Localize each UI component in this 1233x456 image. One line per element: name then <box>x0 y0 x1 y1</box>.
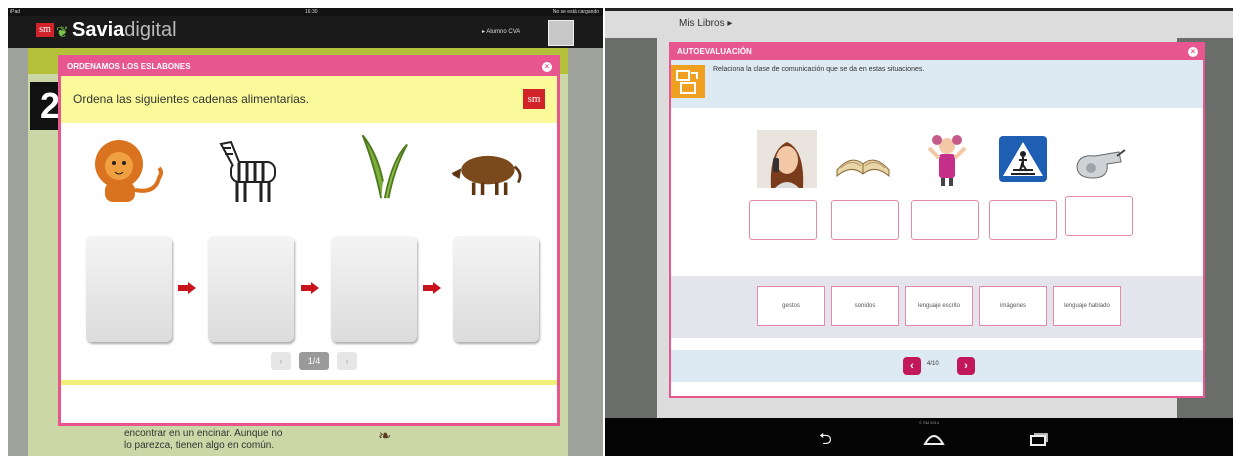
drop-slot[interactable] <box>86 236 172 342</box>
close-icon[interactable]: × <box>542 62 552 72</box>
drop-slot[interactable] <box>331 236 417 342</box>
leaf-icon: ❦ <box>56 24 69 41</box>
brand-light: digital <box>124 19 177 41</box>
recent-apps-icon[interactable] <box>1029 432 1049 446</box>
modal-title: AUTOEVALUACIÓN <box>677 47 752 56</box>
drop-slot[interactable] <box>453 236 539 342</box>
zebra-icon[interactable] <box>211 134 291 208</box>
copyright: © SM 2014 <box>919 420 940 425</box>
next-page-button[interactable]: › <box>957 357 975 375</box>
book-text-line: lo parezca, tienen algo en común. <box>124 440 275 451</box>
top-bar: Mis Libros ▸ <box>605 8 1233 38</box>
options-bank: gestos sonidos lenguaje escrito imágenes… <box>671 276 1203 338</box>
modal-title: ORDENAMOS LOS ESLABONES <box>67 62 191 71</box>
sm-badge: sm <box>523 89 545 109</box>
close-icon[interactable]: × <box>1188 47 1198 57</box>
lion-icon[interactable] <box>89 134 169 208</box>
answer-box[interactable] <box>831 200 899 240</box>
self-assessment-modal: AUTOEVALUACIÓN × Relaciona la clase de c… <box>669 42 1205 398</box>
modal-footer: ‹ 4/10 › <box>671 350 1203 382</box>
android-nav-bar: © SM 2014 ⮌ <box>605 418 1233 456</box>
acorn-icon: ❧ <box>378 428 392 445</box>
instruction-bar: Ordena las siguientes cadenas alimentari… <box>61 76 557 123</box>
breadcrumb[interactable]: Mis Libros ▸ <box>679 18 732 29</box>
app-header: sm ❦ Saviadigital ▸ Alumno CVA <box>8 16 603 48</box>
crosswalk-sign-icon <box>999 136 1047 182</box>
prev-page-button[interactable]: ‹ <box>903 357 921 375</box>
arrow-right-icon <box>301 282 319 294</box>
avatar[interactable] <box>548 20 574 46</box>
status-bar: iPad 16:30 No se está cargando <box>8 8 603 16</box>
battery-status: No se está cargando <box>552 9 599 15</box>
option-imagenes[interactable]: imágenes <box>979 286 1047 326</box>
whistle-icon <box>1076 149 1126 179</box>
open-book-icon <box>836 159 890 178</box>
option-gestos[interactable]: gestos <box>757 286 825 326</box>
book-text-line: encontrar en un encinar. Aunque no <box>124 428 283 439</box>
home-icon[interactable] <box>923 432 945 446</box>
option-lenguaje-escrito[interactable]: lenguaje escrito <box>905 286 973 326</box>
user-menu[interactable]: ▸ Alumno CVA <box>482 28 520 35</box>
right-screen: Mis Libros ▸ AUTOEVALUACIÓN × Relaciona … <box>605 8 1233 456</box>
arrow-right-icon <box>178 282 196 294</box>
ordering-modal: ORDENAMOS LOS ESLABONES × Ordena las sig… <box>58 55 560 426</box>
status-strip <box>605 8 1233 11</box>
brand-bold: Savia <box>72 19 125 41</box>
sm-logo: sm <box>36 23 54 37</box>
instruction-text: Relaciona la clase de comunicación que s… <box>713 66 925 73</box>
answer-box[interactable] <box>749 200 817 240</box>
page-indicator: 1/4 <box>299 352 329 370</box>
back-icon[interactable]: ⮌ <box>819 432 832 448</box>
clock: 16:30 <box>305 9 318 15</box>
device-label: iPad <box>10 9 21 15</box>
drop-slot[interactable] <box>208 236 294 342</box>
next-page-button[interactable]: › <box>337 352 357 370</box>
instruction-bar: Relaciona la clase de comunicación que s… <box>671 60 1203 108</box>
instruction-text: Ordena las siguientes cadenas alimentari… <box>73 92 310 106</box>
answer-box[interactable] <box>911 200 979 240</box>
book-text: encontrar en un encinar. Aunque no lo pa… <box>124 428 282 452</box>
footer-divider <box>61 380 557 385</box>
modal-header: ORDENAMOS LOS ESLABONES × <box>61 58 557 76</box>
prev-page-button[interactable]: ‹ <box>271 352 291 370</box>
grass-icon[interactable] <box>343 126 423 200</box>
answer-box[interactable] <box>989 200 1057 240</box>
modal-header: AUTOEVALUACIÓN × <box>671 44 1203 60</box>
page-indicator: 4/10 <box>927 361 939 367</box>
option-sonidos[interactable]: sonidos <box>831 286 899 326</box>
phone-woman-icon <box>757 130 817 188</box>
gesturing-girl-icon <box>927 135 967 186</box>
brand-logo: Saviadigital <box>72 19 177 42</box>
answer-box[interactable] <box>1065 196 1133 236</box>
pager: ‹ 1/4 › <box>271 352 359 370</box>
exercise-icon <box>671 65 705 98</box>
option-lenguaje-hablado[interactable]: lenguaje hablado <box>1053 286 1121 326</box>
boar-icon[interactable] <box>447 134 527 208</box>
arrow-right-icon <box>423 282 441 294</box>
left-screen: iPad 16:30 No se está cargando sm ❦ Savi… <box>8 8 603 456</box>
